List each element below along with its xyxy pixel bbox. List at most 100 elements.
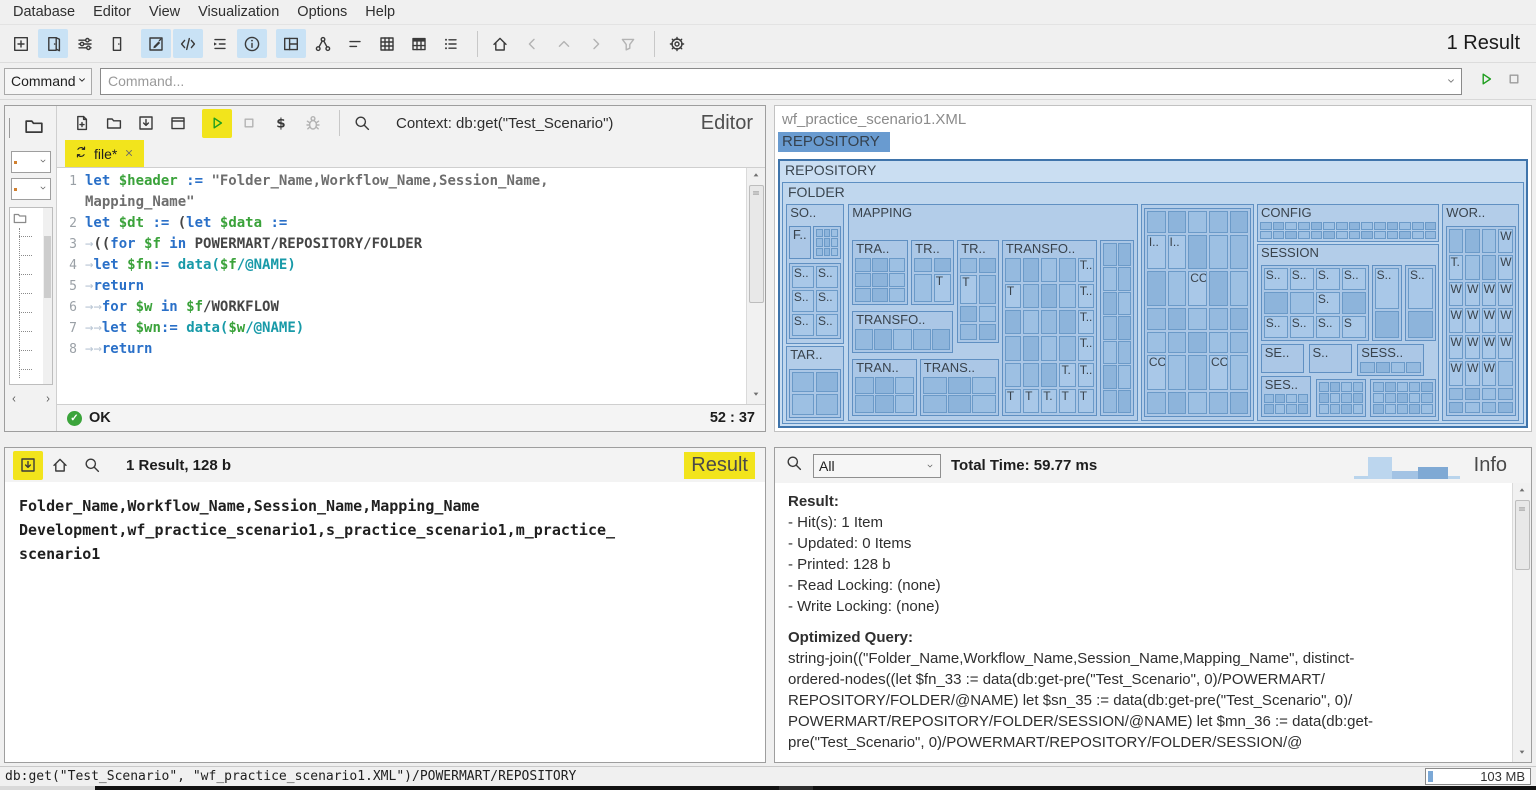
treemap-cell[interactable] — [1385, 382, 1396, 392]
treemap-cell[interactable] — [923, 395, 947, 413]
treemap-cell[interactable] — [855, 395, 874, 413]
treemap-cell[interactable] — [1260, 231, 1272, 239]
treemap-cell[interactable]: W — [1498, 335, 1513, 360]
treemap-cell[interactable] — [1498, 388, 1513, 400]
treemap-cell[interactable] — [1147, 211, 1166, 233]
treemap-cell[interactable] — [1323, 231, 1335, 239]
treemap-cell[interactable] — [972, 377, 996, 395]
treemap-cell[interactable] — [1311, 222, 1323, 230]
treemap-cell[interactable] — [1230, 211, 1249, 233]
treemap-cell[interactable] — [1421, 393, 1432, 403]
treemap-cell[interactable] — [1188, 332, 1207, 354]
treemap-node-so[interactable]: SO..F..S..S..S..S..S..S.. — [786, 204, 844, 344]
code-view-button[interactable] — [173, 29, 203, 58]
code-line[interactable]: Mapping_Name" — [57, 192, 746, 213]
treemap-cell[interactable] — [792, 394, 814, 414]
treemap-cell[interactable] — [1168, 271, 1187, 306]
treemap-cell[interactable]: W — [1482, 335, 1497, 360]
treemap-cell[interactable] — [831, 238, 838, 247]
treemap-node[interactable]: S.. — [1405, 265, 1436, 341]
treemap-cell[interactable] — [895, 395, 914, 413]
memory-indicator[interactable]: 103 MB — [1425, 768, 1531, 785]
treemap-root-label[interactable]: REPOSITORY — [780, 161, 1526, 180]
project-filter-combo-1[interactable] — [11, 151, 51, 173]
treemap-cell[interactable] — [1342, 292, 1366, 314]
treemap-cell[interactable] — [1298, 394, 1308, 404]
treemap-cell[interactable]: S.. — [816, 266, 838, 288]
treemap-cell[interactable] — [816, 248, 823, 257]
treemap-cell[interactable] — [1264, 404, 1274, 414]
treemap-cell[interactable] — [1188, 392, 1207, 414]
tree-scrollbar[interactable] — [43, 208, 52, 384]
treemap-node-s[interactable]: S.. — [1309, 344, 1352, 372]
layout-view-button[interactable] — [276, 29, 306, 58]
open-file-button[interactable] — [99, 109, 129, 138]
treemap-cell[interactable] — [1285, 222, 1297, 230]
treemap-cell[interactable] — [872, 288, 888, 302]
forward-button[interactable] — [581, 29, 611, 58]
run-command-button[interactable] — [1472, 67, 1500, 95]
treemap-cell[interactable] — [1319, 393, 1329, 403]
treemap-cell[interactable] — [1286, 394, 1296, 404]
treemap-cell[interactable]: T — [1023, 389, 1039, 413]
treemap-cell[interactable]: S.. — [792, 290, 814, 312]
treemap-cell[interactable] — [1260, 222, 1272, 230]
treemap-cell[interactable] — [914, 274, 932, 302]
treemap-cell[interactable] — [816, 238, 823, 247]
treemap-cell[interactable] — [1023, 284, 1039, 308]
treemap-cell[interactable] — [1118, 292, 1132, 315]
treemap-cell[interactable] — [816, 372, 838, 392]
treemap-cell[interactable] — [1103, 365, 1117, 389]
tree-view-button[interactable] — [308, 29, 338, 58]
treemap-cell[interactable] — [1482, 402, 1497, 414]
treemap-node-session[interactable]: SESSIONS..S..S.S..S.S..S..S..SS..S..SESS… — [1257, 244, 1439, 421]
project-folder-icon[interactable] — [23, 115, 45, 142]
scrollbar-thumb[interactable] — [749, 185, 764, 303]
treemap-cell[interactable] — [895, 377, 914, 395]
file-history-button[interactable] — [163, 109, 193, 138]
treemap-node-transfo[interactable]: TRANSFO.. — [852, 311, 953, 353]
close-database-button[interactable] — [102, 29, 132, 58]
treemap-cell[interactable] — [934, 258, 952, 273]
sidebar-splitter[interactable] — [9, 118, 10, 138]
treemap-cell[interactable] — [831, 229, 838, 238]
treemap-cell[interactable] — [1118, 365, 1132, 389]
treemap-cell[interactable] — [816, 229, 823, 238]
properties-button[interactable] — [70, 29, 100, 58]
map-view-button[interactable] — [372, 29, 402, 58]
treemap-cell[interactable]: S.. — [792, 314, 814, 336]
menu-item-visualization[interactable]: Visualization — [189, 2, 288, 22]
treemap-cell[interactable] — [1005, 336, 1021, 360]
treemap-node[interactable]: I..I..CCCCCC — [1141, 204, 1254, 421]
treemap-cell[interactable] — [1209, 392, 1228, 414]
treemap-cell[interactable] — [960, 306, 977, 322]
treemap-cell[interactable] — [1023, 336, 1039, 360]
info-view-button[interactable] — [237, 29, 267, 58]
treemap-cell[interactable] — [1188, 235, 1207, 270]
treemap-cell[interactable]: W — [1465, 361, 1480, 386]
treemap-cell[interactable]: T. — [1041, 389, 1057, 413]
treemap-node[interactable]: I..I..CCCCCC — [1144, 208, 1252, 417]
treemap-cell[interactable] — [1188, 211, 1207, 233]
treemap-cell[interactable] — [1264, 394, 1274, 404]
treemap-cell[interactable] — [1482, 229, 1497, 254]
project-filter-combo-2[interactable] — [11, 178, 51, 200]
treemap-cell[interactable] — [1341, 404, 1351, 414]
treemap-cell[interactable] — [1298, 404, 1308, 414]
scroll-up-icon[interactable] — [747, 168, 765, 185]
treemap-node[interactable]: S..S..S..S..S..S.. — [789, 263, 841, 339]
treemap-cell[interactable]: CC — [1209, 355, 1228, 390]
new-database-button[interactable] — [6, 29, 36, 58]
treemap-cell[interactable] — [1349, 231, 1361, 239]
treemap-cell[interactable] — [824, 229, 831, 238]
code-line[interactable]: 4→let $fn:= data($f/@NAME) — [57, 255, 746, 276]
treemap-cell[interactable] — [923, 377, 947, 395]
stop-button[interactable] — [234, 109, 264, 138]
treemap-cell[interactable] — [1273, 231, 1285, 239]
treemap-cell[interactable] — [1005, 363, 1021, 387]
scroll-left-icon[interactable] — [9, 391, 19, 409]
treemap-cell[interactable] — [1147, 308, 1166, 330]
treemap-folder-node[interactable]: FOLDER SO..F..S..S..S..S..S..S..TAR..MAP… — [782, 182, 1524, 424]
treemap-cell[interactable] — [979, 324, 996, 340]
search-icon[interactable] — [785, 454, 803, 477]
